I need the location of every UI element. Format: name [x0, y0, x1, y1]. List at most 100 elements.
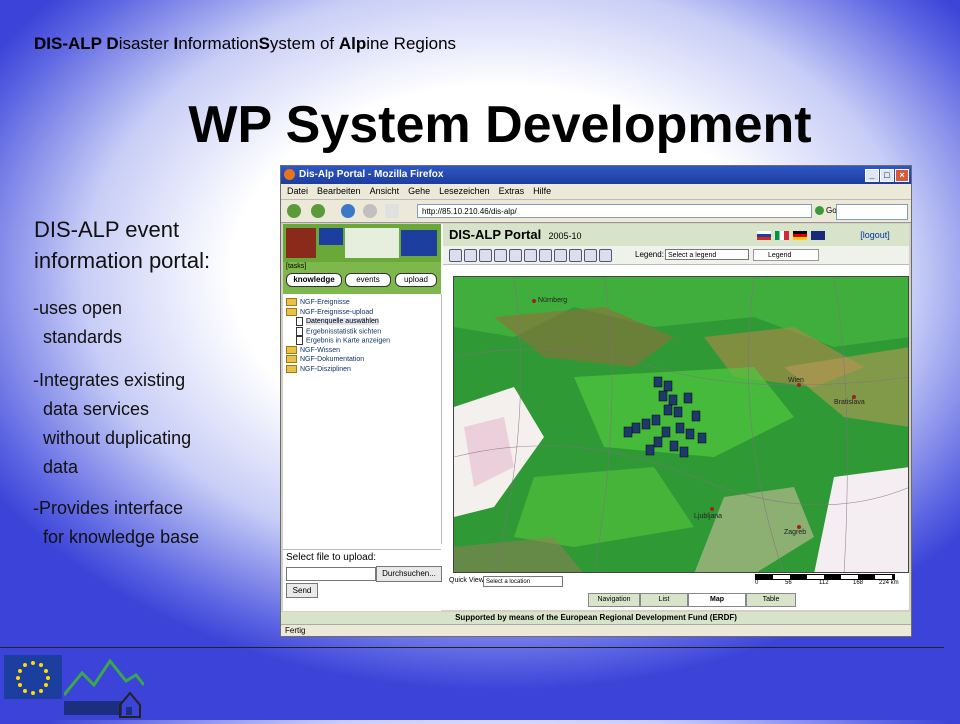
info-icon[interactable]: [509, 249, 522, 262]
refresh-icon[interactable]: [554, 249, 567, 262]
search-field[interactable]: [836, 204, 908, 220]
bullet-3: -Provides interface for knowledge base: [33, 498, 200, 547]
pan-hand-icon[interactable]: [524, 249, 537, 262]
menu-item-lesezeichen[interactable]: Lesezeichen: [439, 186, 490, 196]
bullet-1: -uses open standards: [33, 298, 123, 347]
lead-line-2: information portal:: [34, 248, 211, 273]
flag-slovenian-icon[interactable]: [757, 231, 771, 240]
eu-flag-icon: [319, 228, 343, 245]
file-input[interactable]: [286, 567, 376, 581]
close-button[interactable]: ×: [895, 169, 909, 182]
tab-map[interactable]: Map: [688, 593, 746, 607]
document-icon: [296, 336, 303, 345]
scale-bar: 0 56 112 168 224 km: [755, 574, 905, 588]
folder-icon: [286, 307, 297, 316]
home-icon[interactable]: [385, 204, 399, 218]
maximize-button[interactable]: □: [880, 169, 894, 182]
knowledge-button[interactable]: knowledge: [286, 273, 342, 287]
window-title: Dis-Alp Portal - Mozilla Firefox: [299, 169, 444, 180]
legend-select[interactable]: Select a legend: [665, 249, 749, 260]
header-text-run: D: [106, 34, 119, 53]
map-image[interactable]: [454, 277, 909, 573]
upload-panel: Select file to upload: Durchsuchen... Se…: [283, 549, 442, 611]
map-city-label: Nürnberg: [538, 297, 568, 304]
url-field[interactable]: http://85.10.210.46/dis-alp/: [417, 204, 812, 218]
tasks-panel: [tasks] knowledge events upload: [283, 262, 441, 294]
tree-item[interactable]: NGF-Ereignisse-upload: [286, 307, 373, 317]
lead-line-1: DIS-ALP event: [34, 217, 180, 242]
menu-item-extras[interactable]: Extras: [499, 186, 525, 196]
reload-icon[interactable]: [341, 204, 355, 218]
upload-label: Select file to upload:: [286, 552, 377, 563]
zoom-in-icon[interactable]: [449, 249, 462, 262]
header-text-run: DIS-ALP: [34, 34, 107, 53]
stop-icon[interactable]: [363, 204, 377, 218]
send-button[interactable]: Send: [286, 583, 318, 598]
tree-item[interactable]: NGF-Dokumentation: [286, 355, 364, 364]
folder-icon: [286, 355, 297, 364]
quick-view-label: Quick View:: [449, 577, 486, 584]
flag-english-icon[interactable]: [811, 231, 825, 240]
move-icon[interactable]: [539, 249, 552, 262]
portal-footer: Supported by means of the European Regio…: [281, 612, 911, 624]
go-button[interactable]: Go: [815, 204, 837, 218]
scale-tick-label: 112: [819, 580, 829, 586]
scale-tick-label: 224 km: [879, 580, 899, 586]
zoom-box-icon[interactable]: [479, 249, 492, 262]
browse-button[interactable]: Durchsuchen...: [376, 566, 442, 582]
map-city-label: Wien: [788, 377, 804, 384]
upload-button[interactable]: upload: [395, 273, 437, 287]
menu-item-gehe[interactable]: Gehe: [408, 186, 430, 196]
language-flags: [749, 224, 841, 246]
tab-list[interactable]: List: [640, 593, 688, 607]
search-icon[interactable]: [569, 249, 582, 262]
scale-tick-label: 56: [785, 580, 792, 586]
minimize-button[interactable]: _: [865, 169, 879, 182]
menu-item-datei[interactable]: Datei: [287, 186, 308, 196]
tree-item[interactable]: NGF-Wissen: [286, 345, 340, 355]
navigation-toolbar: http://85.10.210.46/dis-alp/ Go: [281, 200, 911, 223]
eu-flag-logo: [4, 655, 62, 699]
zoom-out-icon[interactable]: [464, 249, 477, 262]
tree-item[interactable]: NGF-Disziplinen: [286, 364, 351, 374]
tree-item[interactable]: Datenquelle auswählen: [296, 317, 379, 326]
forward-icon[interactable]: [311, 204, 325, 218]
status-bar: Fertig: [281, 624, 911, 636]
header-text-run: ine Regions: [366, 34, 457, 53]
map-city-label: Zagreb: [784, 529, 807, 536]
map-view[interactable]: Nürnberg Wien Bratislava Ljubljana Zagre…: [453, 276, 909, 573]
tasks-label: [tasks]: [286, 263, 307, 270]
logout-link[interactable]: [logout]: [841, 224, 909, 246]
folder-icon: [286, 345, 297, 354]
scale-tick-label: 0: [755, 580, 759, 586]
alpine-space-logo: [286, 228, 316, 258]
tab-navigation[interactable]: Navigation: [588, 593, 640, 607]
quick-view-select[interactable]: Select a location: [483, 576, 563, 587]
menu-item-ansicht[interactable]: Ansicht: [370, 186, 400, 196]
legend-box: Legend: [753, 249, 819, 261]
events-button[interactable]: events: [345, 273, 391, 287]
zoom-full-icon[interactable]: [494, 249, 507, 262]
tab-table[interactable]: Table: [746, 593, 796, 607]
disalp-logo: [62, 655, 146, 719]
map-toolbar: Legend: Select a legend Legend: [443, 246, 909, 265]
measure-icon[interactable]: [584, 249, 597, 262]
menu-item-bearbeiten[interactable]: Bearbeiten: [317, 186, 361, 196]
tree-item[interactable]: Ergebnis in Karte anzeigen: [296, 336, 390, 345]
lead-text: DIS-ALP event information portal:: [34, 214, 264, 276]
flag-german-icon[interactable]: [793, 231, 807, 240]
legend-label: Legend:: [635, 250, 664, 259]
back-icon[interactable]: [287, 204, 301, 218]
document-icon: [296, 326, 303, 336]
header-text-run: S: [258, 34, 270, 53]
navigation-tree: NGF-Ereignisse NGF-Ereignisse-upload Daten…: [283, 294, 442, 544]
folder-icon: [286, 364, 297, 373]
slide-header: DIS-ALP Disaster InformationSystem of Al…: [34, 34, 456, 54]
portal-title: DIS-ALP Portal 2005-10: [443, 224, 749, 246]
print-icon[interactable]: [599, 249, 612, 262]
flag-italian-icon[interactable]: [775, 231, 789, 240]
menu-item-hilfe[interactable]: Hilfe: [533, 186, 551, 196]
tree-item[interactable]: NGF-Ereignisse: [286, 298, 350, 307]
tree-item[interactable]: Ergebnisstatistik sichten: [296, 326, 381, 336]
footer-divider: [0, 647, 944, 648]
